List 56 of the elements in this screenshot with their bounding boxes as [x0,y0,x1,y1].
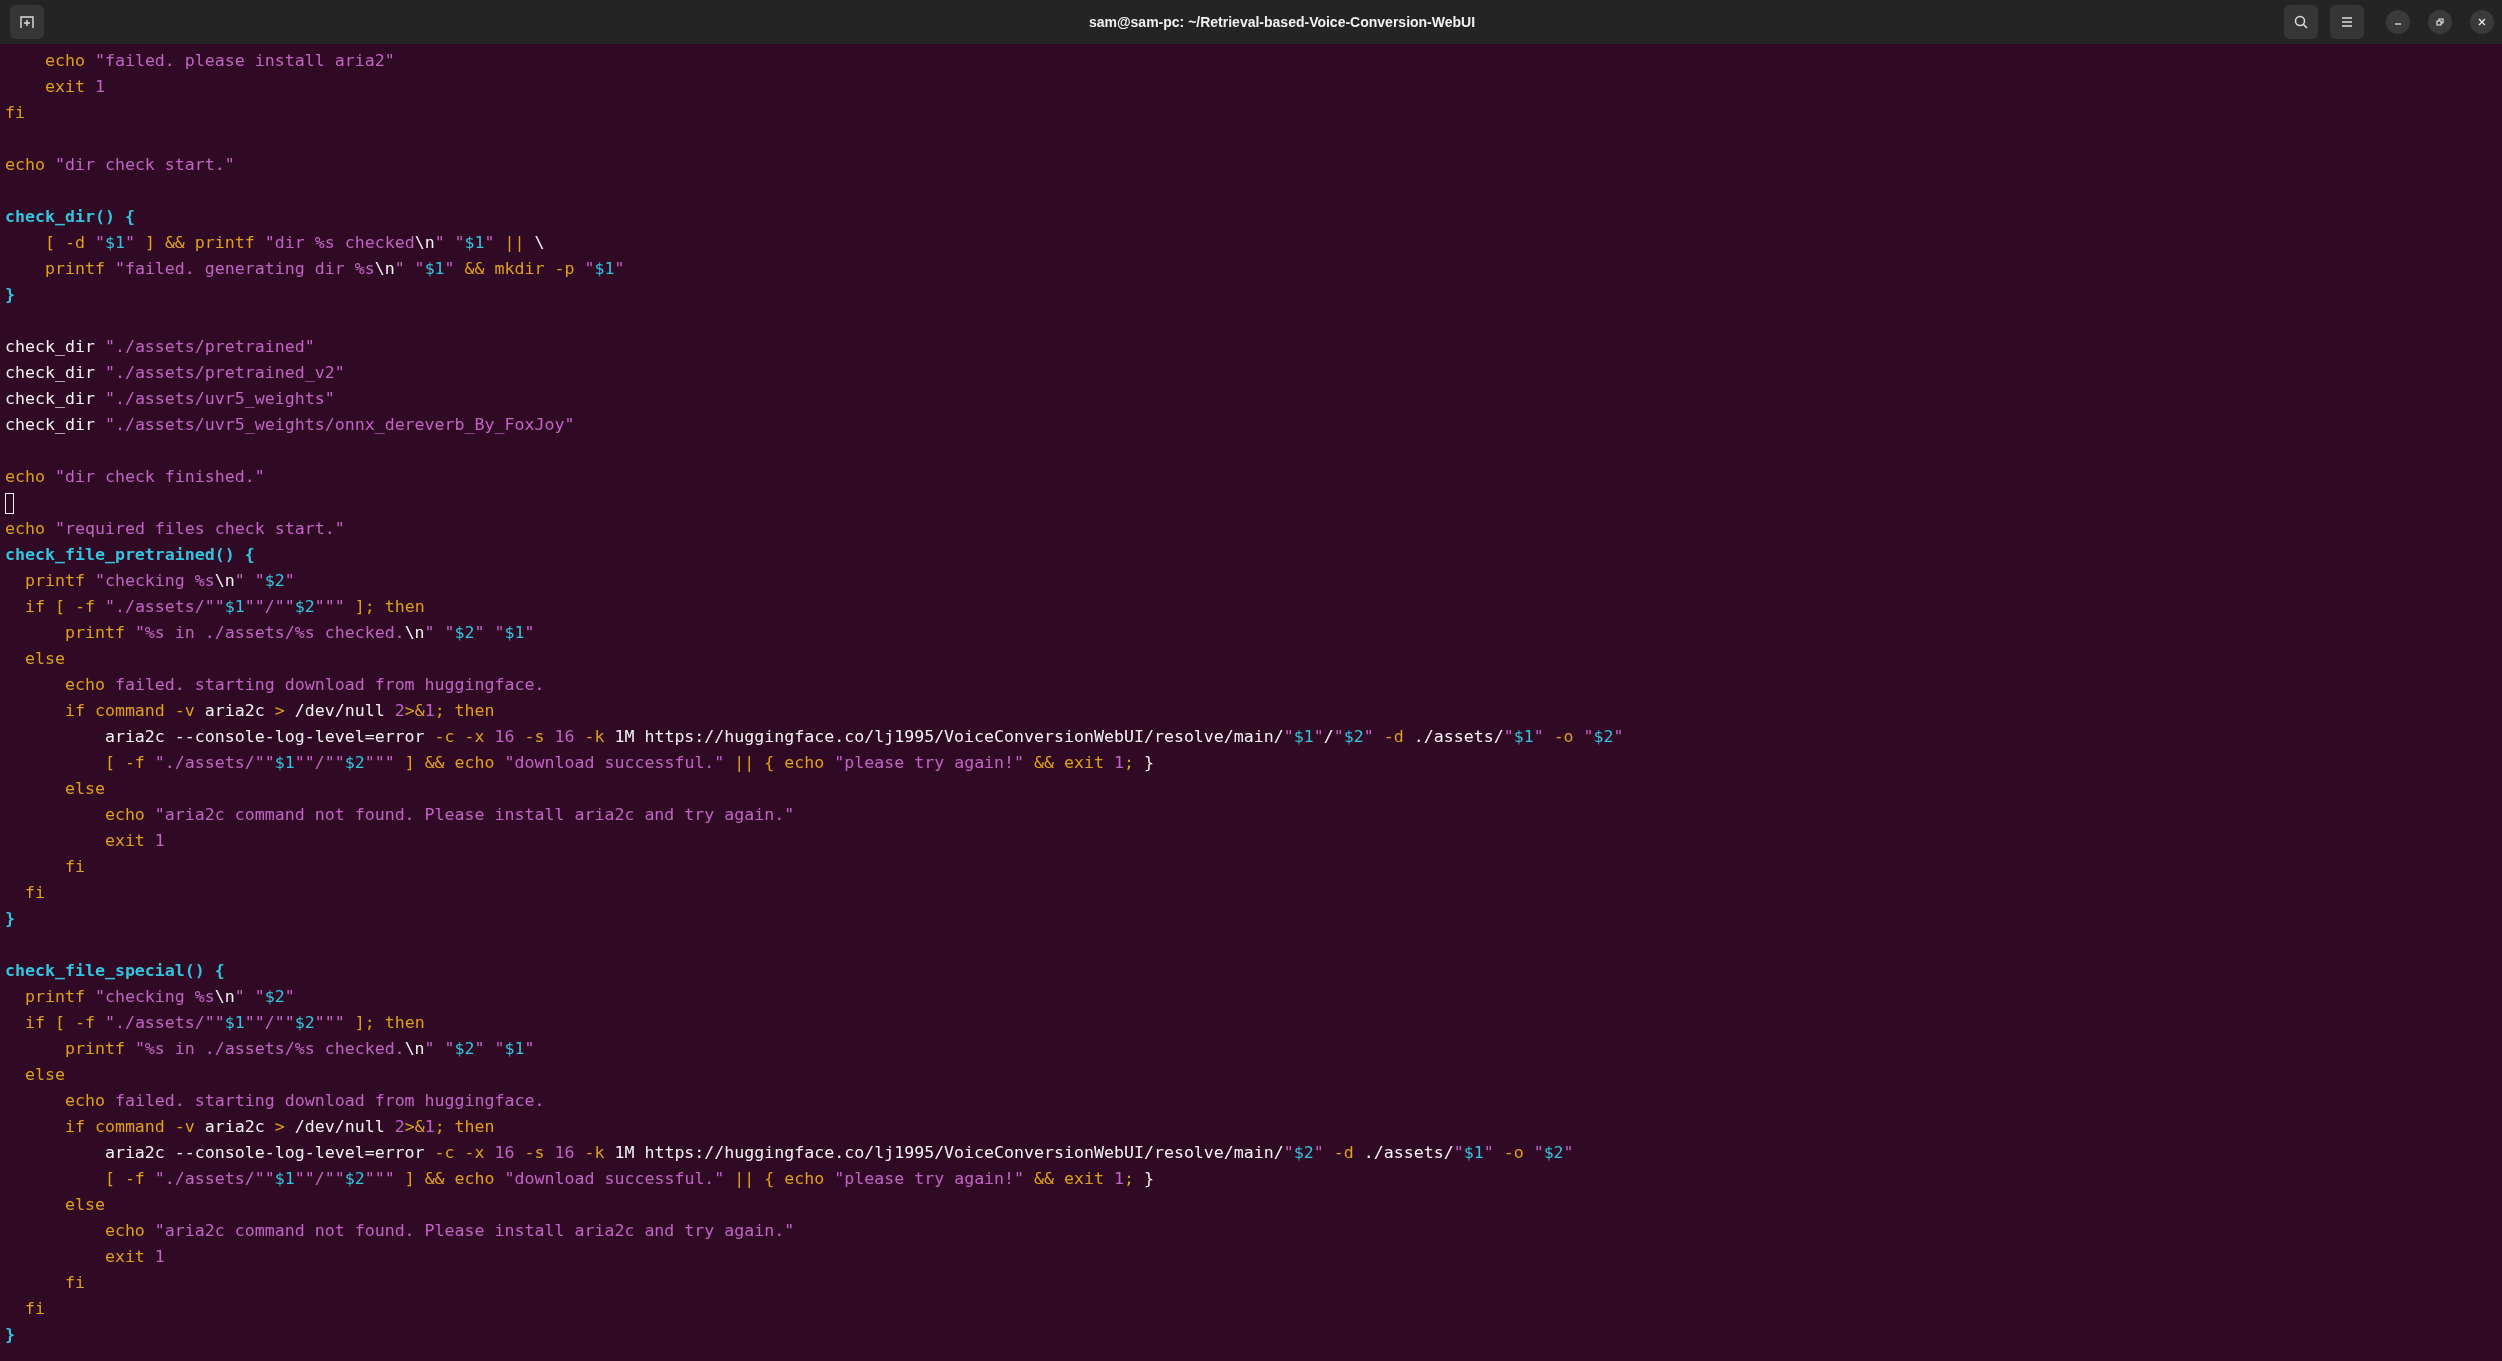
search-button[interactable] [2284,5,2318,39]
code-line: echo failed. starting download from huggingface. [63,674,545,696]
minimize-button[interactable] [2386,10,2410,34]
code-line: printf "failed. generating dir %s\n" "$1" && mkdir -p "$1" [43,258,625,280]
new-tab-button[interactable] [10,5,44,39]
code-line: [ -f "./assets/""$1""/""$2""" ] && echo "download successful." || { echo "please try again!" && exit 1; } [103,752,1154,774]
code-line: else [63,778,105,800]
code-line: printf "%s in ./assets/%s checked.\n" "$2" "$1" [63,1038,535,1060]
code-line: check_dir "./assets/pretrained_v2" [5,362,345,384]
code-line: exit 1 [43,76,105,98]
code-line: printf "%s in ./assets/%s checked.\n" "$2" "$1" [63,622,535,644]
code-line: echo "aria2c command not found. Please install aria2c and try again." [103,1220,795,1242]
code-line: exit 1 [103,1246,165,1268]
code-line: printf "checking %s\n" "$2" [23,986,295,1008]
code-line: else [23,1064,65,1086]
close-button[interactable] [2470,10,2494,34]
window-title: sam@sam-pc: ~/Retrieval-based-Voice-Conversion-WebUI [1087,14,1476,30]
code-line: [ -d "$1" ] && printf "dir %s checked\n" "$1" || \ [43,232,545,254]
code-line: fi [63,1272,85,1294]
code-line: aria2c --console-log-level=error -c -x 16 -s 16 -k 1M https://huggingface.co/lj1995/VoiceConversionWebUI/resolve/main/"$2" -d ./assets/"$1" -o "$2" [103,1142,1574,1164]
code-line: fi [63,856,85,878]
code-line: echo "dir check start." [5,154,235,176]
code-line: aria2c --console-log-level=error -c -x 16 -s 16 -k 1M https://huggingface.co/lj1995/VoiceConversionWebUI/resolve/main/"$1"/"$2" -d ./assets/"$1" -o "$2" [103,726,1624,748]
code-line: else [23,648,65,670]
restore-button[interactable] [2428,10,2452,34]
code-line: else [63,1194,105,1216]
code-line: echo "required files check start." [5,518,345,540]
code-line: if command -v aria2c > /dev/null 2>&1; then [63,700,495,722]
menu-button[interactable] [2330,5,2364,39]
code-line: echo "aria2c command not found. Please install aria2c and try again." [103,804,795,826]
code-line: printf "checking %s\n" "$2" [23,570,295,592]
code-line: fi [5,102,25,124]
code-line: check_dir "./assets/uvr5_weights" [5,388,335,410]
code-line: if command -v aria2c > /dev/null 2>&1; then [63,1116,495,1138]
code-line: check_dir() { [5,206,135,228]
code-line: [ -f "./assets/""$1""/""$2""" ] && echo "download successful." || { echo "please try again!" && exit 1; } [103,1168,1154,1190]
code-line: if [ -f "./assets/""$1""/""$2""" ]; then [23,596,425,618]
code-line: fi [23,1298,45,1320]
code-line: echo failed. starting download from huggingface. [63,1090,545,1112]
code-line: echo "failed. please install aria2" [43,50,395,72]
restore-icon [2435,17,2445,27]
search-icon [2293,14,2309,30]
code-line: echo "dir check finished." [5,466,265,488]
code-line: } [5,1324,15,1346]
code-line: exit 1 [103,830,165,852]
new-tab-icon [19,14,35,30]
code-line: } [5,908,15,930]
code-line: if [ -f "./assets/""$1""/""$2""" ]; then [23,1012,425,1034]
menu-icon [2339,14,2355,30]
code-line: check_file_special() { [5,960,225,982]
code-line: check_dir "./assets/uvr5_weights/onnx_dereverb_By_FoxJoy" [5,414,575,436]
close-icon [2477,17,2487,27]
code-line: } [5,284,15,306]
code-line: check_dir "./assets/pretrained" [5,336,315,358]
code-line: check_file_pretrained() { [5,544,255,566]
code-line: fi [23,882,45,904]
